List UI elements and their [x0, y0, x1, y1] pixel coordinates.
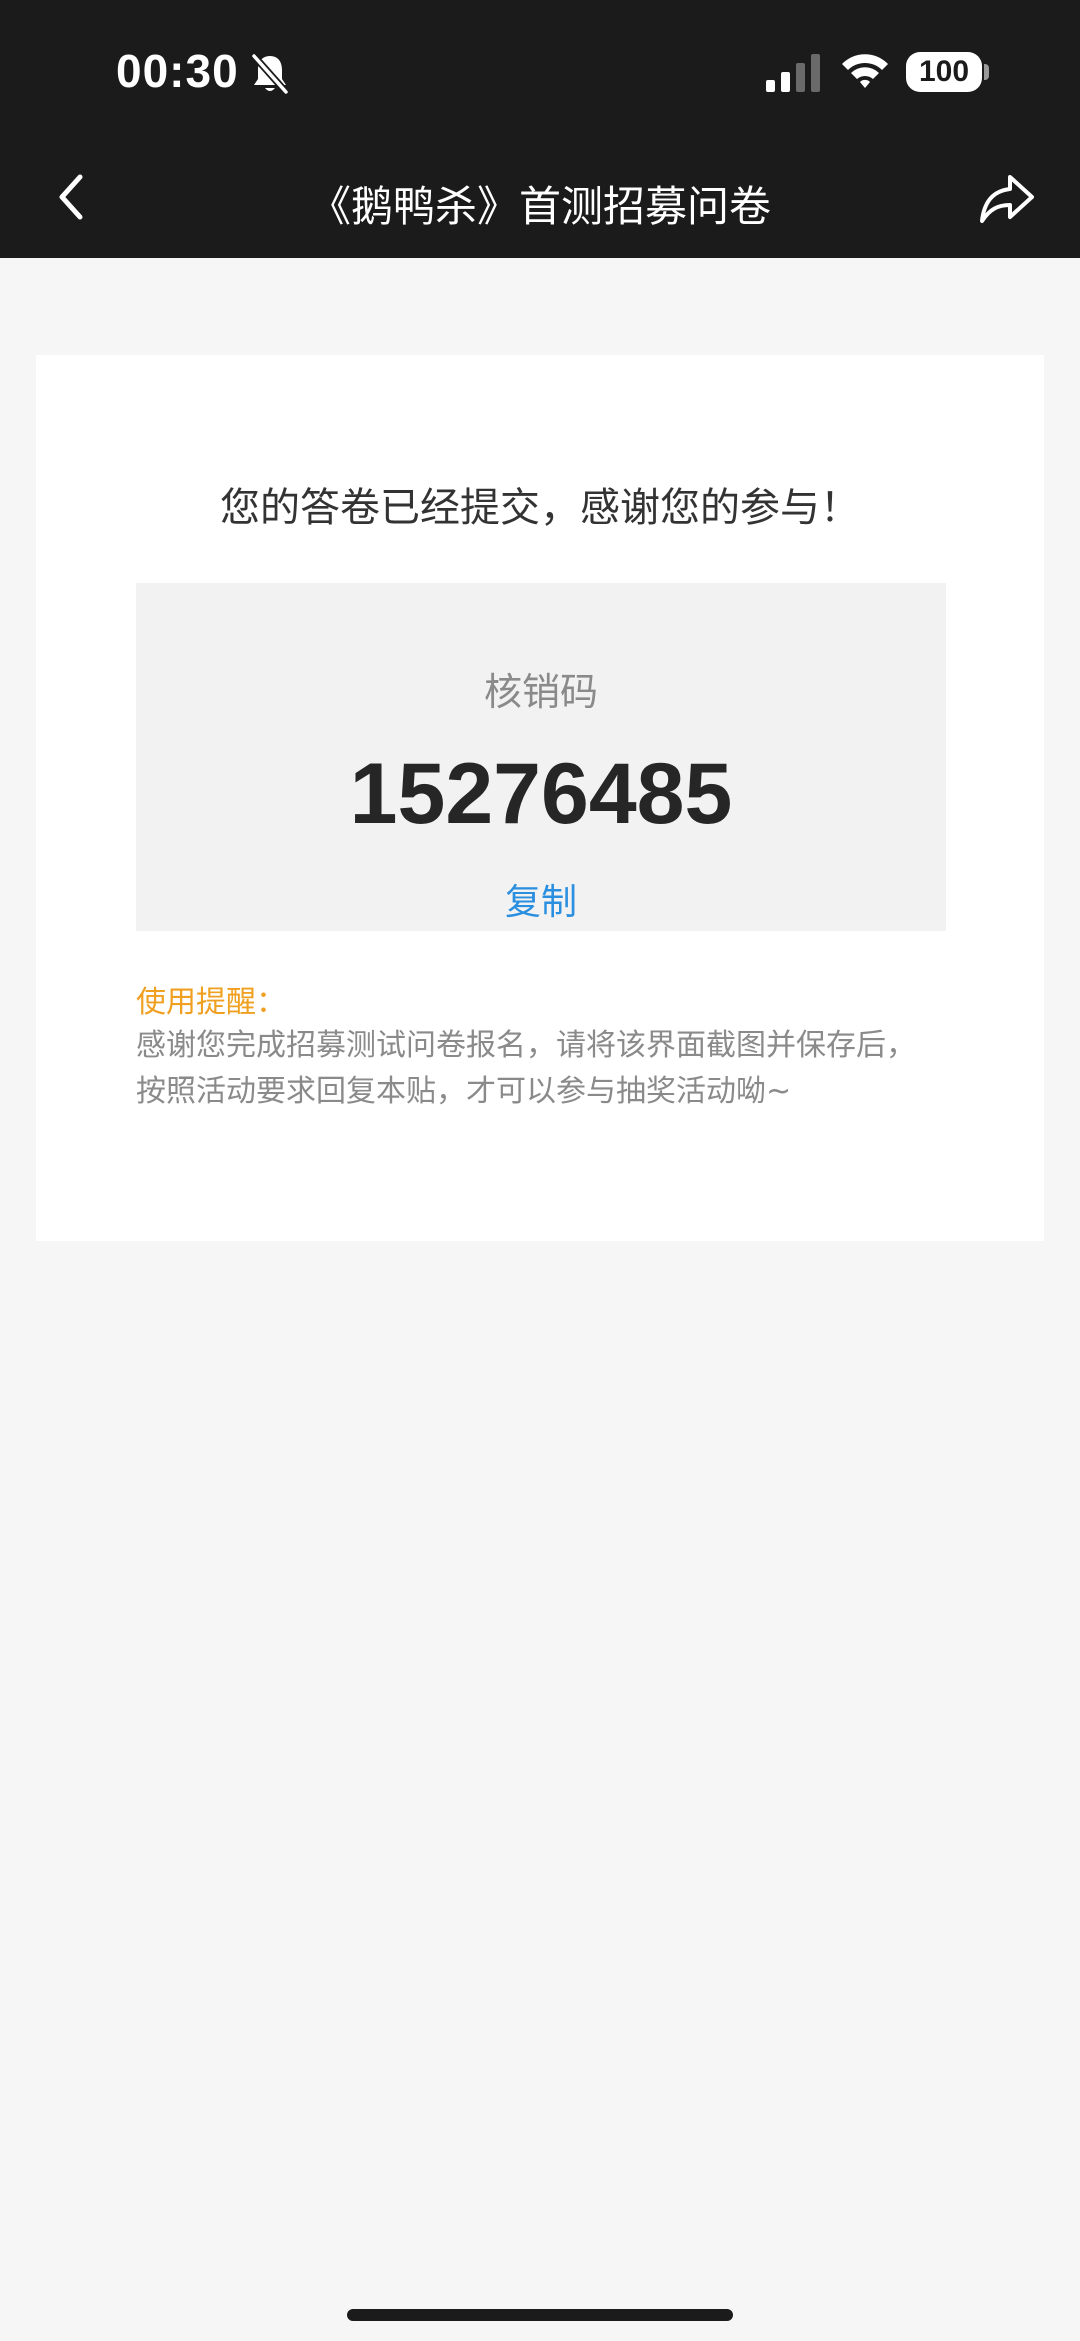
success-message: 您的答卷已经提交，感谢您的参与！: [220, 485, 860, 531]
code-box: 核销码 15276485 复制: [136, 583, 946, 931]
status-time: 00:30: [116, 45, 239, 97]
code-value: 15276485: [349, 746, 733, 842]
home-indicator[interactable]: [347, 2309, 733, 2321]
status-bar: 00:30 100: [0, 0, 1080, 145]
reminder-title: 使用提醒：: [136, 985, 286, 1020]
reminder-text: 感谢您完成招募测试问卷报名，请将该界面截图并保存后， 按照活动要求回复本贴，才可…: [136, 1023, 956, 1115]
nav-bar: 《鹅鸭杀》首测招募问卷: [0, 145, 1080, 258]
chevron-left-icon[interactable]: [50, 167, 94, 227]
share-icon[interactable]: [978, 169, 1036, 227]
signal-icon: [766, 54, 820, 92]
copy-button[interactable]: 复制: [136, 873, 946, 925]
battery-tip: [984, 64, 989, 80]
bell-muted-icon: [251, 53, 289, 95]
battery-icon: 100: [906, 52, 982, 92]
reminder-line-2: 按照活动要求回复本贴，才可以参与抽奖活动呦~: [136, 1074, 792, 1109]
wifi-icon: [842, 54, 888, 88]
code-label: 核销码: [483, 670, 598, 714]
result-card: 您的答卷已经提交，感谢您的参与！ 核销码 15276485 复制 使用提醒： 感…: [36, 355, 1044, 1241]
reminder-line-1: 感谢您完成招募测试问卷报名，请将该界面截图并保存后，: [136, 1028, 916, 1063]
page-title: 《鹅鸭杀》首测招募问卷: [308, 182, 771, 231]
